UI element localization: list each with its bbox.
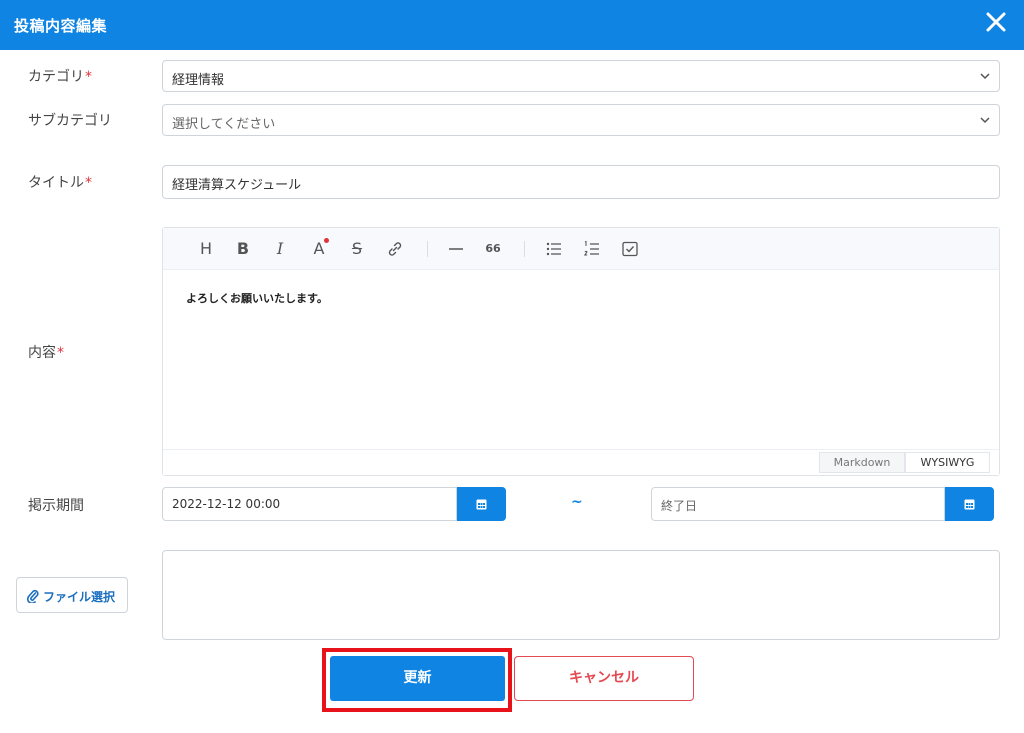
end-date-input[interactable]: 終了日 xyxy=(651,487,945,521)
text-color-icon[interactable]: A xyxy=(309,238,329,259)
period-separator: ~ xyxy=(571,494,583,510)
content-label: 内容* xyxy=(28,342,64,362)
category-select[interactable]: 経理情報 xyxy=(162,60,1000,92)
subcategory-placeholder: 選択してください xyxy=(172,117,276,132)
editor-content[interactable]: よろしくお願いいたします。 xyxy=(186,290,328,306)
text-color-glyph: A xyxy=(313,239,325,258)
bullet-list-icon[interactable] xyxy=(544,239,564,259)
heading-icon[interactable]: H xyxy=(196,239,216,259)
start-calendar-button[interactable] xyxy=(457,487,506,521)
strikethrough-icon[interactable]: S xyxy=(347,239,367,259)
chevron-down-icon xyxy=(980,73,990,80)
bold-icon[interactable]: B xyxy=(233,239,253,259)
toolbar-divider xyxy=(524,241,525,257)
close-icon[interactable] xyxy=(982,8,1010,36)
paperclip-icon xyxy=(27,589,39,603)
category-label: カテゴリ* xyxy=(28,66,92,86)
task-list-icon[interactable] xyxy=(620,239,640,259)
subcategory-select[interactable]: 選択してください xyxy=(162,104,1000,136)
content-label-text: 内容 xyxy=(28,345,56,361)
end-calendar-button[interactable] xyxy=(945,487,994,521)
wysiwyg-tab[interactable]: WYSIWYG xyxy=(905,452,990,473)
editor-toolbar: H B I A S 66 xyxy=(163,228,999,270)
chevron-down-icon xyxy=(980,117,990,124)
end-date-placeholder: 終了日 xyxy=(661,499,698,513)
period-label: 掲示期間 xyxy=(28,498,84,514)
start-date-value: 2022-12-12 00:00 xyxy=(172,497,281,511)
modal-header: 投稿内容編集 xyxy=(0,0,1024,50)
ordered-list-icon[interactable] xyxy=(582,239,602,259)
content-editor[interactable]: H B I A S 66 よろしくお願いいたします。 Markdown WYSI… xyxy=(162,227,1000,476)
category-label-text: カテゴリ xyxy=(28,69,84,85)
subcategory-label-text: サブカテゴリ xyxy=(28,113,112,129)
required-mark: * xyxy=(85,175,92,191)
file-select-label: ファイル選択 xyxy=(43,590,116,604)
editor-mode-bar: Markdown WYSIWYG xyxy=(163,449,999,475)
italic-icon[interactable]: I xyxy=(270,239,290,259)
horizontal-rule-icon[interactable] xyxy=(446,239,466,259)
calendar-icon xyxy=(476,499,487,510)
markdown-tab[interactable]: Markdown xyxy=(819,452,905,473)
title-value: 経理清算スケジュール xyxy=(172,178,302,193)
required-mark: * xyxy=(85,69,92,85)
file-drop-area[interactable] xyxy=(162,550,1000,640)
color-dot xyxy=(324,238,329,243)
calendar-icon xyxy=(964,499,975,510)
toolbar-divider xyxy=(427,241,428,257)
quote-icon[interactable]: 66 xyxy=(483,239,503,259)
title-label-text: タイトル xyxy=(28,175,84,191)
file-select-button[interactable]: ファイル選択 xyxy=(16,577,128,613)
link-icon[interactable] xyxy=(385,239,405,259)
title-label: タイトル* xyxy=(28,172,92,192)
modal-title: 投稿内容編集 xyxy=(14,17,108,35)
update-button[interactable]: 更新 xyxy=(330,656,505,701)
subcategory-label: サブカテゴリ xyxy=(28,110,112,130)
start-date-input[interactable]: 2022-12-12 00:00 xyxy=(162,487,457,521)
title-input[interactable]: 経理清算スケジュール xyxy=(162,165,1000,199)
category-value: 経理情報 xyxy=(172,73,225,88)
cancel-button[interactable]: キャンセル xyxy=(514,656,694,701)
required-mark: * xyxy=(57,345,64,361)
